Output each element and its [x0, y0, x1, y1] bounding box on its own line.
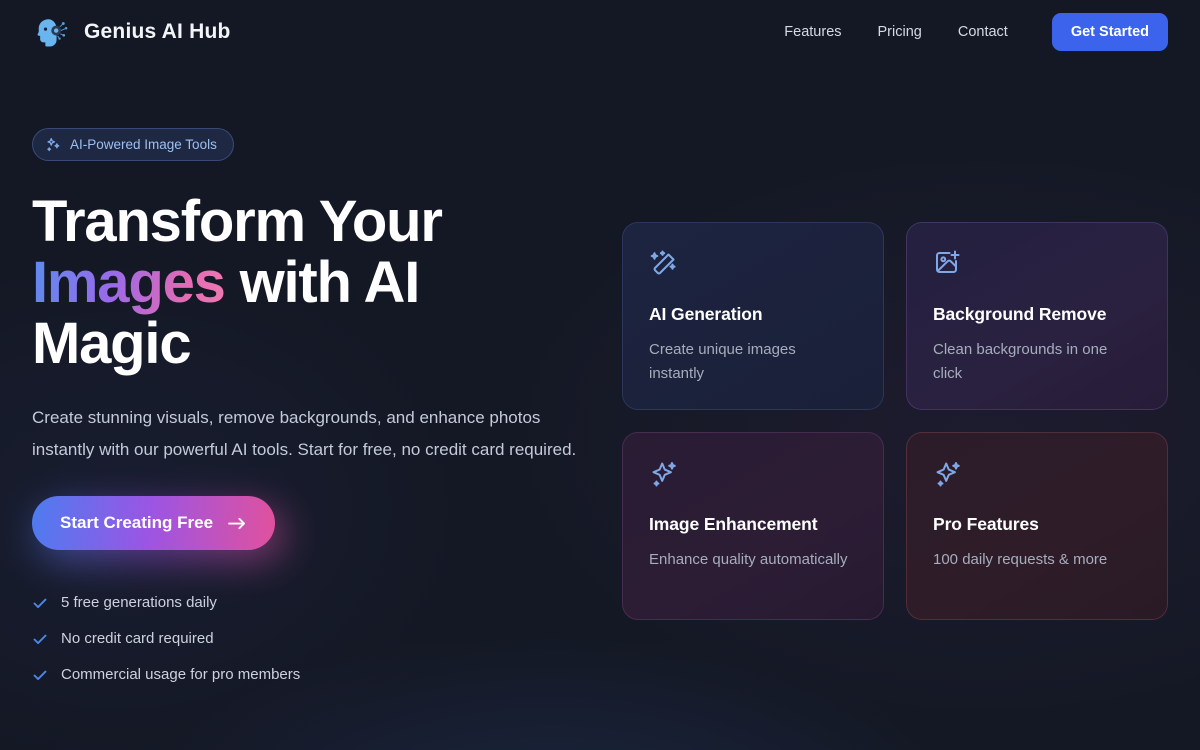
ai-head-circuit-icon — [32, 15, 70, 49]
feature-card-description: Clean backgrounds in one click — [933, 341, 1108, 382]
arrow-right-icon — [228, 516, 247, 531]
list-item: No credit card required — [32, 630, 592, 647]
checklist-label: Commercial usage for pro members — [61, 666, 301, 683]
feature-card-title: Background Remove — [933, 304, 1107, 324]
nav-link-pricing[interactable]: Pricing — [860, 16, 940, 48]
check-icon — [32, 631, 48, 647]
magic-wand-icon — [649, 249, 859, 279]
hero-badge-label: AI-Powered Image Tools — [70, 137, 217, 152]
checklist-label: 5 free generations daily — [61, 594, 217, 611]
sparkles-icon — [649, 459, 859, 489]
list-item: 5 free generations daily — [32, 594, 592, 611]
feature-card-ai-generation[interactable]: AI Generation Create unique images insta… — [622, 222, 884, 410]
cta-label: Start Creating Free — [60, 513, 214, 532]
sparkles-icon — [933, 459, 1143, 489]
main-nav: Features Pricing Contact Get Started — [766, 13, 1168, 51]
sparkles-icon — [46, 137, 61, 152]
brand-logo[interactable]: Genius AI Hub — [32, 15, 231, 49]
hero-badge: AI-Powered Image Tools — [32, 128, 234, 161]
page-title: Transform Your Images with AI Magic — [32, 191, 592, 374]
hero-description: Create stunning visuals, remove backgrou… — [32, 408, 577, 459]
feature-card-title: AI Generation — [649, 304, 763, 324]
hero-checklist: 5 free generations daily No credit card … — [32, 594, 592, 683]
feature-card-image-enhancement[interactable]: Image Enhancement Enhance quality automa… — [622, 432, 884, 620]
nav-link-features[interactable]: Features — [766, 16, 859, 48]
brand-name: Genius AI Hub — [84, 20, 231, 43]
feature-card-pro-features[interactable]: Pro Features 100 daily requests & more — [906, 432, 1168, 620]
check-icon — [32, 667, 48, 683]
feature-card-grid: AI Generation Create unique images insta… — [622, 222, 1168, 620]
feature-card-background-remove[interactable]: Background Remove Clean backgrounds in o… — [906, 222, 1168, 410]
nav-link-contact[interactable]: Contact — [940, 16, 1026, 48]
list-item: Commercial usage for pro members — [32, 666, 592, 683]
start-creating-free-button[interactable]: Start Creating Free — [32, 496, 276, 550]
landing-page: Genius AI Hub Features Pricing Contact G… — [0, 0, 1200, 750]
checklist-label: No credit card required — [61, 630, 214, 647]
feature-card-title: Image Enhancement — [649, 514, 818, 534]
image-plus-icon — [933, 249, 1143, 279]
headline-highlight: Images — [32, 250, 226, 315]
check-icon — [32, 595, 48, 611]
headline-part-1: Transform Your — [32, 189, 443, 254]
site-header: Genius AI Hub Features Pricing Contact G… — [0, 0, 1200, 64]
get-started-button[interactable]: Get Started — [1051, 13, 1168, 51]
feature-card-title: Pro Features — [933, 514, 1039, 534]
feature-card-description: 100 daily requests & more — [933, 551, 1108, 568]
feature-card-description: Create unique images instantly — [649, 341, 796, 382]
hero-cta-wrapper: Start Creating Free — [32, 496, 290, 560]
feature-card-description: Enhance quality automatically — [649, 551, 848, 568]
hero-section: AI-Powered Image Tools Transform Your Im… — [32, 128, 592, 683]
